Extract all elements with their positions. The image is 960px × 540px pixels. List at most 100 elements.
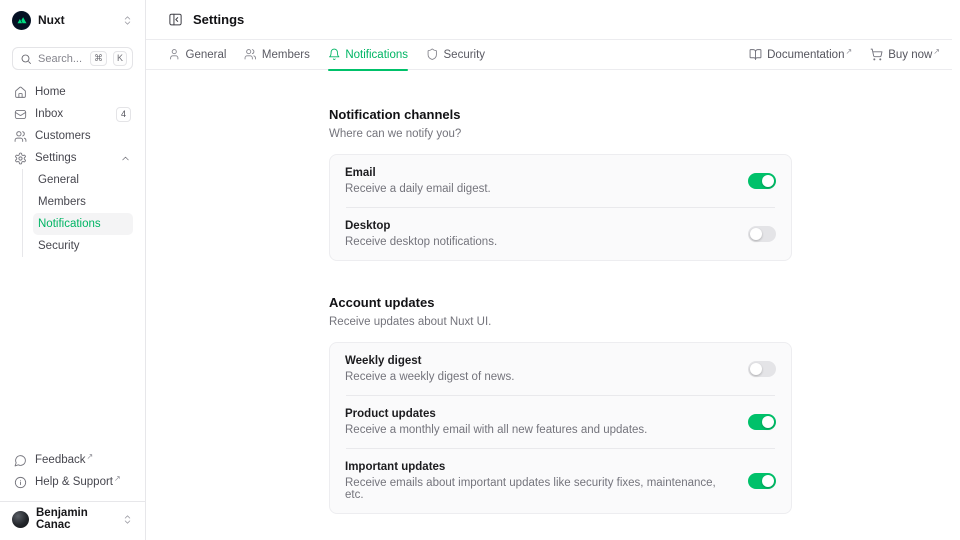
chevrons-up-down-icon bbox=[122, 514, 133, 525]
sidebar-item-label: Inbox bbox=[35, 108, 63, 120]
sidebar-item-security[interactable]: Security bbox=[33, 235, 133, 257]
tab-label: Members bbox=[262, 49, 310, 61]
sidebar-item-notifications[interactable]: Notifications bbox=[33, 213, 133, 235]
home-icon bbox=[14, 86, 27, 99]
sidebar-item-label: Customers bbox=[35, 130, 91, 142]
setting-label: Desktop bbox=[345, 220, 734, 232]
external-link-icon: ↗ bbox=[87, 452, 94, 461]
person-icon bbox=[168, 48, 181, 61]
inbox-icon bbox=[14, 108, 27, 121]
sidebar-nav: Home Inbox 4 Customers Settings Gener bbox=[12, 81, 133, 257]
users-icon bbox=[244, 48, 257, 61]
setting-row-desktop: Desktop Receive desktop notifications. bbox=[330, 208, 791, 260]
setting-text: Email Receive a daily email digest. bbox=[345, 167, 734, 195]
workspace-switcher[interactable]: Nuxt bbox=[12, 10, 133, 30]
tab-notifications[interactable]: Notifications bbox=[328, 40, 408, 70]
toggle-knob bbox=[750, 363, 762, 375]
sidebar-item-settings[interactable]: Settings bbox=[12, 147, 133, 169]
chevron-up-icon bbox=[120, 153, 131, 164]
sidebar-item-feedback[interactable]: Feedback↗ bbox=[12, 449, 133, 471]
user-name: Benjamin Canac bbox=[36, 507, 115, 531]
sidebar-divider bbox=[0, 501, 145, 502]
buy-now-link[interactable]: Buy now↗ bbox=[870, 48, 940, 61]
users-icon bbox=[14, 130, 27, 143]
sidebar-item-label: Feedback↗ bbox=[35, 454, 93, 466]
setting-text: Important updates Receive emails about i… bbox=[345, 461, 734, 501]
tab-label: Security bbox=[444, 49, 486, 61]
user-avatar bbox=[12, 511, 29, 528]
settings-content: Notification channels Where can we notif… bbox=[146, 70, 952, 540]
section-title: Notification channels bbox=[329, 107, 792, 122]
search-input[interactable]: Search... ⌘ K bbox=[12, 47, 133, 70]
documentation-link[interactable]: Documentation↗ bbox=[749, 48, 852, 61]
settings-subnav: General Members Notifications Security bbox=[22, 169, 133, 257]
chevrons-up-down-icon bbox=[122, 15, 133, 26]
sidebar-item-help-support[interactable]: Help & Support↗ bbox=[12, 471, 133, 493]
sidebar-item-customers[interactable]: Customers bbox=[12, 125, 133, 147]
cart-icon bbox=[870, 48, 883, 61]
link-label: Buy now↗ bbox=[888, 49, 940, 61]
sidebar-spacer bbox=[12, 257, 133, 449]
weekly-digest-toggle[interactable] bbox=[748, 361, 776, 377]
sidebar-item-general[interactable]: General bbox=[33, 169, 133, 191]
collapse-sidebar-button[interactable] bbox=[168, 12, 183, 27]
page-title: Settings bbox=[193, 12, 244, 27]
external-link-icon: ↗ bbox=[933, 47, 940, 56]
setting-description: Receive a monthly email with all new fea… bbox=[345, 424, 734, 436]
setting-label: Important updates bbox=[345, 461, 734, 473]
section-description: Where can we notify you? bbox=[329, 128, 792, 140]
search-icon bbox=[20, 53, 32, 65]
external-link-icon: ↗ bbox=[114, 474, 121, 483]
important-updates-toggle[interactable] bbox=[748, 473, 776, 489]
book-open-icon bbox=[749, 48, 762, 61]
message-bubble-icon bbox=[14, 454, 27, 467]
setting-label: Email bbox=[345, 167, 734, 179]
sidebar-item-members[interactable]: Members bbox=[33, 191, 133, 213]
sidebar-item-label: Home bbox=[35, 86, 66, 98]
setting-row-weekly-digest: Weekly digest Receive a weekly digest of… bbox=[330, 343, 791, 395]
settings-card: Email Receive a daily email digest. Desk… bbox=[329, 154, 792, 261]
setting-label: Product updates bbox=[345, 408, 734, 420]
tab-label: General bbox=[186, 49, 227, 61]
bell-icon bbox=[328, 48, 341, 61]
email-toggle[interactable] bbox=[748, 173, 776, 189]
tab-general[interactable]: General bbox=[168, 40, 226, 70]
section-title: Account updates bbox=[329, 295, 792, 310]
sidebar-item-inbox[interactable]: Inbox 4 bbox=[12, 103, 133, 125]
tab-members[interactable]: Members bbox=[244, 40, 309, 70]
toggle-knob bbox=[762, 175, 774, 187]
toggle-knob bbox=[762, 475, 774, 487]
setting-row-product-updates: Product updates Receive a monthly email … bbox=[330, 396, 791, 448]
workspace-name: Nuxt bbox=[38, 13, 65, 27]
setting-row-important-updates: Important updates Receive emails about i… bbox=[330, 449, 791, 513]
info-circle-icon bbox=[14, 476, 27, 489]
nuxt-logo-icon bbox=[12, 11, 31, 30]
setting-description: Receive a daily email digest. bbox=[345, 183, 734, 195]
tab-bar: General Members Notifications Security bbox=[146, 40, 952, 70]
sidebar-item-home[interactable]: Home bbox=[12, 81, 133, 103]
main-area: Settings General Members Notifications S… bbox=[146, 0, 960, 540]
gear-icon bbox=[14, 152, 27, 165]
user-menu[interactable]: Benjamin Canac bbox=[12, 506, 133, 532]
shield-icon bbox=[426, 48, 439, 61]
setting-description: Receive emails about important updates l… bbox=[345, 477, 734, 501]
setting-text: Product updates Receive a monthly email … bbox=[345, 408, 734, 436]
tab-label: Notifications bbox=[345, 49, 408, 61]
external-link-icon: ↗ bbox=[845, 47, 852, 56]
sidebar-item-label: Settings bbox=[35, 152, 77, 164]
sidebar: Nuxt Search... ⌘ K Home Inbox 4 bbox=[0, 0, 146, 540]
setting-description: Receive a weekly digest of news. bbox=[345, 371, 734, 383]
setting-text: Desktop Receive desktop notifications. bbox=[345, 220, 734, 248]
link-label: Documentation↗ bbox=[767, 49, 852, 61]
toggle-knob bbox=[762, 416, 774, 428]
tab-security[interactable]: Security bbox=[426, 40, 485, 70]
product-updates-toggle[interactable] bbox=[748, 414, 776, 430]
section-account-updates: Account updates Receive updates about Nu… bbox=[329, 295, 792, 514]
setting-row-email: Email Receive a daily email digest. bbox=[330, 155, 791, 207]
inbox-count-badge: 4 bbox=[116, 107, 131, 122]
setting-label: Weekly digest bbox=[345, 355, 734, 367]
search-placeholder: Search... bbox=[38, 53, 84, 65]
desktop-toggle[interactable] bbox=[748, 226, 776, 242]
kbd-meta: ⌘ bbox=[90, 51, 107, 66]
section-description: Receive updates about Nuxt UI. bbox=[329, 316, 792, 328]
